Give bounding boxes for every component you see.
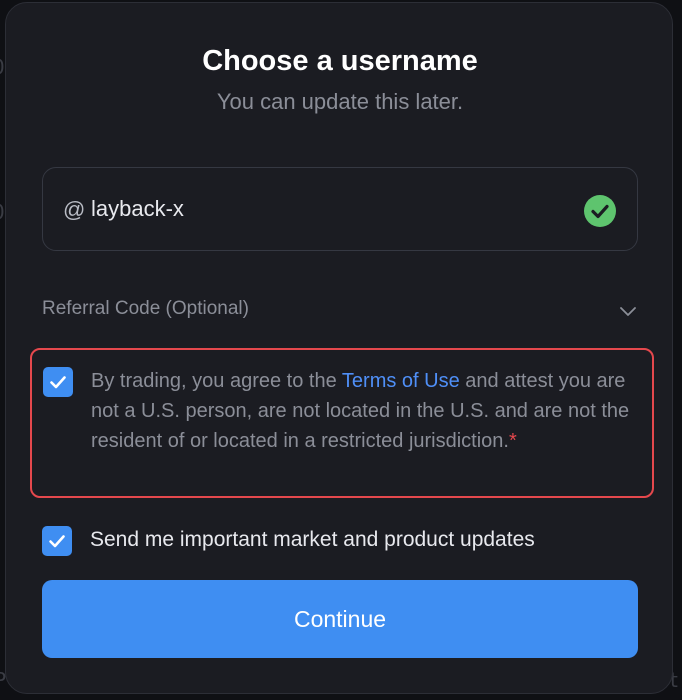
referral-code-label: Referral Code (Optional) [42,298,249,319]
checkmark-icon [49,535,65,548]
checkmark-icon [50,376,66,389]
referral-code-toggle[interactable]: Referral Code (Optional) [42,293,638,327]
required-marker: * [508,430,517,452]
chevron-down-icon [620,307,636,316]
modal-title: Choose a username [202,45,478,77]
terms-text: By trading, you agree to the Terms of Us… [91,366,631,456]
terms-of-use-link[interactable]: Terms of Use [342,370,460,392]
continue-button[interactable]: Continue [42,580,638,658]
updates-label[interactable]: Send me important market and product upd… [90,528,535,552]
username-input[interactable] [91,192,561,226]
check-circle-icon [584,195,616,227]
terms-text-before: By trading, you agree to the [91,370,342,392]
modal-subtitle: You can update this later. [216,89,464,114]
terms-agreement: By trading, you agree to the Terms of Us… [30,348,654,498]
username-field[interactable]: @ [42,167,638,251]
terms-checkbox[interactable] [43,367,73,397]
updates-checkbox[interactable] [42,526,72,556]
username-modal: Choose a username You can update this la… [5,2,673,694]
at-prefix: @ [63,197,86,222]
